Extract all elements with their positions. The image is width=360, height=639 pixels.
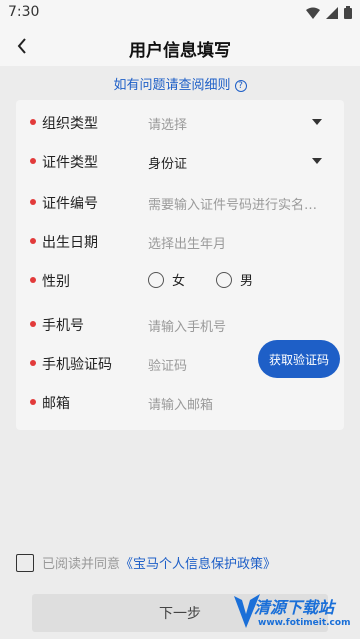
status-bar: 7:30 bbox=[0, 0, 360, 26]
gender-male-label: 男 bbox=[240, 274, 254, 289]
org-type-select[interactable]: 请选择 bbox=[148, 114, 187, 133]
id-type-select[interactable]: 身份证 bbox=[148, 153, 187, 172]
signal-icon bbox=[326, 6, 338, 19]
id-number-input[interactable]: 需要输入证件号码进行实名… bbox=[148, 194, 317, 213]
org-type-label: 组织类型 bbox=[42, 116, 98, 132]
dropdown-caret-icon[interactable] bbox=[312, 119, 322, 125]
id-type-row[interactable]: 证件类型 身份证 bbox=[16, 141, 344, 181]
birth-date-picker[interactable]: 选择出生年月 bbox=[148, 233, 226, 252]
id-number-label: 证件编号 bbox=[42, 196, 98, 212]
required-dot bbox=[30, 238, 36, 244]
required-dot bbox=[30, 360, 36, 366]
agree-checkbox[interactable] bbox=[16, 553, 34, 572]
required-dot bbox=[30, 119, 36, 125]
phone-input[interactable]: 请输入手机号 bbox=[148, 316, 226, 335]
nav-bar: 用户信息填写 bbox=[0, 26, 360, 66]
sms-code-input[interactable]: 验证码 bbox=[148, 355, 187, 374]
birth-date-label: 出生日期 bbox=[42, 235, 98, 251]
email-row: 邮箱 请输入邮箱 bbox=[16, 382, 344, 422]
status-icons bbox=[306, 6, 352, 19]
required-dot bbox=[30, 399, 36, 405]
gender-label: 性别 bbox=[42, 274, 70, 290]
phone-label: 手机号 bbox=[42, 318, 84, 334]
dropdown-caret-icon[interactable] bbox=[312, 158, 322, 164]
radio-circle-icon[interactable] bbox=[216, 271, 232, 288]
agreement-row: 已阅读并同意 《宝马个人信息保护政策》 bbox=[16, 553, 276, 572]
watermark-logo: 清源下载站 www.fotimeit.com bbox=[232, 590, 352, 634]
required-dot bbox=[30, 199, 36, 205]
watermark-url: www.fotimeit.com bbox=[258, 618, 351, 628]
gender-female-radio[interactable]: 女 bbox=[148, 270, 185, 289]
phone-row: 手机号 请输入手机号 bbox=[16, 304, 344, 344]
help-link-text: 如有问题请查阅细则 bbox=[113, 78, 231, 93]
agreement-prefix: 已阅读并同意 bbox=[42, 557, 121, 572]
watermark-title: 清源下载站 bbox=[254, 598, 335, 617]
status-time: 7:30 bbox=[8, 4, 40, 20]
gender-male-radio[interactable]: 男 bbox=[216, 270, 253, 289]
org-type-row[interactable]: 组织类型 请选择 bbox=[16, 102, 344, 142]
id-number-row: 证件编号 需要输入证件号码进行实名… bbox=[16, 182, 344, 222]
page-title: 用户信息填写 bbox=[129, 41, 231, 61]
wifi-icon bbox=[306, 7, 320, 19]
question-circle-icon: ? bbox=[234, 80, 247, 92]
id-type-label: 证件类型 bbox=[42, 155, 98, 171]
privacy-policy-link[interactable]: 《宝马个人信息保护政策》 bbox=[120, 553, 276, 572]
email-input[interactable]: 请输入邮箱 bbox=[148, 394, 213, 413]
required-dot bbox=[30, 321, 36, 327]
radio-circle-icon[interactable] bbox=[148, 271, 164, 288]
required-dot bbox=[30, 277, 36, 283]
user-info-form: 组织类型 请选择 证件类型 身份证 证件编号 需要输入证件号码进行实名… 出生日… bbox=[16, 100, 344, 430]
required-dot bbox=[30, 158, 36, 164]
birth-date-row: 出生日期 选择出生年月 bbox=[16, 221, 344, 261]
gender-row: 性别 女 男 bbox=[16, 260, 344, 300]
gender-female-label: 女 bbox=[172, 274, 186, 289]
get-code-button[interactable]: 获取验证码 bbox=[258, 340, 340, 378]
battery-icon bbox=[344, 6, 352, 19]
help-link[interactable]: 如有问题请查阅细则? bbox=[0, 74, 360, 93]
sms-code-label: 手机验证码 bbox=[42, 357, 112, 373]
email-label: 邮箱 bbox=[42, 396, 70, 412]
